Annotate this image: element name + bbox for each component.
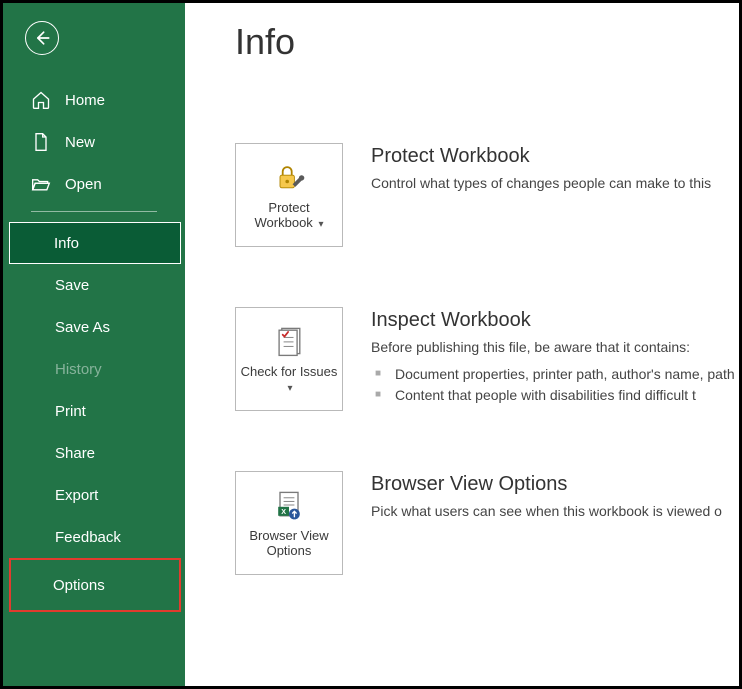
backstage-view: Home New Open Info Save Save As [3,3,739,686]
main-content: Info Protect Workbook ▾ Protect Workbook… [185,3,739,686]
section-body: Protect Workbook Control what types of c… [371,143,739,247]
protect-workbook-button[interactable]: Protect Workbook ▾ [235,143,343,247]
section-title: Inspect Workbook [371,309,739,332]
sidebar-item-history: History [3,348,185,390]
sidebar-item-label: Home [65,92,105,109]
sidebar-item-print[interactable]: Print [3,390,185,432]
sidebar-item-info[interactable]: Info [9,222,181,264]
tile-label: Protect Workbook ▾ [240,201,338,231]
checklist-icon [271,323,307,359]
sidebar-item-label: New [65,134,95,151]
browser-view-options-button[interactable]: X Browser View Options [235,471,343,575]
page-title: Info [235,21,739,63]
bullet-item: Document properties, printer path, autho… [371,364,739,385]
folder-open-icon [31,174,51,194]
tile-label: Check for Issues ▾ [240,365,338,395]
bullet-item: Content that people with disabilities fi… [371,385,739,406]
section-inspect-workbook: Check for Issues ▾ Inspect Workbook Befo… [235,307,739,411]
sidebar-item-label: Export [55,487,98,504]
section-body: Browser View Options Pick what users can… [371,471,739,575]
sidebar-item-label: Print [55,403,86,420]
check-for-issues-button[interactable]: Check for Issues ▾ [235,307,343,411]
section-title: Protect Workbook [371,145,739,168]
tile-label: Browser View Options [240,529,338,559]
section-body: Inspect Workbook Before publishing this … [371,307,739,411]
sidebar-item-label: Share [55,445,95,462]
lock-key-icon [271,159,307,195]
svg-text:X: X [281,507,286,516]
home-icon [31,90,51,110]
sidebar-item-options[interactable]: Options [9,558,181,612]
sidebar-item-label: History [55,361,102,378]
sidebar-item-share[interactable]: Share [3,432,185,474]
arrow-left-icon [32,28,52,48]
sidebar-item-export[interactable]: Export [3,474,185,516]
section-desc: Control what types of changes people can… [371,174,739,194]
section-title: Browser View Options [371,473,739,496]
sidebar-item-label: Options [53,577,105,594]
section-browser-view: X Browser View Options Browser View Opti… [235,471,739,575]
browser-upload-icon: X [271,487,307,523]
sidebar-item-new[interactable]: New [3,121,185,163]
sidebar-item-label: Open [65,176,102,193]
sidebar-item-label: Save As [55,319,110,336]
section-desc: Pick what users can see when this workbo… [371,502,739,522]
chevron-down-icon: ▾ [318,219,323,230]
sidebar-item-feedback[interactable]: Feedback [3,516,185,558]
back-button[interactable] [25,21,59,55]
sidebar-item-label: Save [55,277,89,294]
sidebar-item-home[interactable]: Home [3,79,185,121]
sidebar: Home New Open Info Save Save As [3,3,185,686]
sidebar-divider [31,211,157,212]
sidebar-item-open[interactable]: Open [3,163,185,205]
section-desc: Before publishing this file, be aware th… [371,338,739,358]
sidebar-item-save[interactable]: Save [3,264,185,306]
sidebar-item-save-as[interactable]: Save As [3,306,185,348]
section-protect-workbook: Protect Workbook ▾ Protect Workbook Cont… [235,143,739,247]
document-icon [31,132,51,152]
inspect-bullets: Document properties, printer path, autho… [371,364,739,406]
sidebar-item-label: Info [54,235,79,252]
chevron-down-icon: ▾ [287,383,292,394]
sidebar-item-label: Feedback [55,529,121,546]
